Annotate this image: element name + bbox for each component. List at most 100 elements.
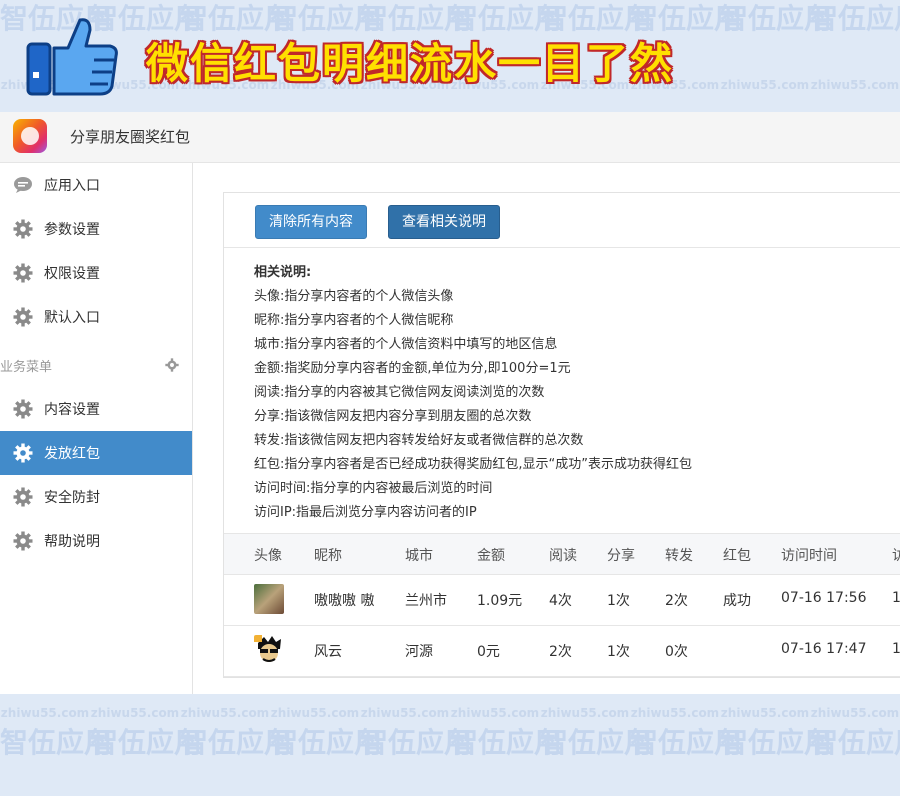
watermark-url: zhiwu55.com <box>630 706 720 720</box>
cell-redpack: 成功 <box>723 593 751 609</box>
description-line: 红包:指分享内容者是否已经成功获得奖励红包,显示“成功”表示成功获得红包 <box>254 457 692 472</box>
sidebar-item-label: 安全防封 <box>44 490 100 506</box>
description-line: 分享:指该微信网友把内容分享到朋友圈的总次数 <box>254 409 532 424</box>
column-header: 转发 <box>665 548 693 564</box>
sidebar-item-params[interactable]: 参数设置 <box>0 207 192 251</box>
watermark-text: 智伍应用 <box>450 726 563 759</box>
gear-icon <box>12 530 34 552</box>
gear-icon <box>12 306 34 328</box>
watermark-text: 智伍应用 <box>0 726 113 759</box>
cell-city: 河源 <box>405 644 433 660</box>
promo-banner: 微信红包明细流水一目了然 <box>0 0 900 112</box>
watermark-url: zhiwu55.com <box>540 706 630 720</box>
description-block: 相关说明: 头像:指分享内容者的个人微信头像 昵称:指分享内容者的个人微信昵称 … <box>254 261 692 525</box>
column-header: 城市 <box>405 548 433 564</box>
watermark-text: 智伍应用 <box>810 726 900 759</box>
description-line: 城市:指分享内容者的个人微信资料中填写的地区信息 <box>254 337 558 352</box>
sidebar-item-permissions[interactable]: 权限设置 <box>0 251 192 295</box>
sidebar-section-label: 业务菜单 <box>0 360 53 375</box>
cell-time: 07-16 17:56 <box>781 590 867 606</box>
app-logo-icon <box>13 119 47 153</box>
sidebar-item-label: 帮助说明 <box>44 534 100 550</box>
description-line: 阅读:指分享的内容被其它微信网友阅读浏览的次数 <box>254 385 545 400</box>
gear-icon <box>12 262 34 284</box>
cell-reads: 2次 <box>549 644 572 660</box>
column-header: 昵称 <box>314 548 342 564</box>
content-panel: 清除所有内容 查看相关说明 相关说明: 头像:指分享内容者的个人微信头像 昵称:… <box>223 192 900 678</box>
column-header: 红包 <box>723 548 751 564</box>
watermark-url: zhiwu55.com <box>270 706 360 720</box>
gear-icon <box>12 398 34 420</box>
watermark-text: 智伍应用 <box>180 726 293 759</box>
sidebar-item-send-redpack[interactable]: 发放红包 <box>0 431 192 475</box>
description-line: 金额:指奖励分享内容者的金额,单位为分,即100分=1元 <box>254 361 571 376</box>
cell-ip: 1 <box>892 590 900 606</box>
gear-icon[interactable] <box>165 357 179 376</box>
sidebar-item-anti-block[interactable]: 安全防封 <box>0 475 192 519</box>
table-row: 嗷嗷嗷 嗷 兰州市 1.09元 4次 1次 2次 成功 07-16 17:56 … <box>224 574 900 626</box>
cell-shares: 1次 <box>607 644 630 660</box>
avatar <box>254 635 284 665</box>
cell-forwards: 2次 <box>665 593 688 609</box>
watermark-url: zhiwu55.com <box>90 706 180 720</box>
cell-nickname: 风云 <box>314 644 342 660</box>
cell-time: 07-16 17:47 <box>781 641 867 657</box>
description-line: 昵称:指分享内容者的个人微信昵称 <box>254 313 454 328</box>
cell-amount: 0元 <box>477 644 500 660</box>
sidebar-section-header: 业务菜单 <box>0 354 192 376</box>
sidebar-item-content-settings[interactable]: 内容设置 <box>0 387 192 431</box>
column-header: 访 <box>892 548 900 564</box>
description-title: 相关说明: <box>254 265 312 280</box>
description-line: 访问IP:指最后浏览分享内容访问者的IP <box>254 505 477 520</box>
watermark-text: 智伍应用 <box>360 726 473 759</box>
sidebar: 应用入口 参数设置 权限设置 默认入口 业务菜单 内容设置 发放红包 安全防封 … <box>0 163 193 694</box>
column-header: 分享 <box>607 548 635 564</box>
cell-city: 兰州市 <box>405 593 447 609</box>
sidebar-item-default-entry[interactable]: 默认入口 <box>0 295 192 339</box>
gear-icon <box>12 442 34 464</box>
column-header: 金额 <box>477 548 505 564</box>
sidebar-item-label: 应用入口 <box>44 178 100 194</box>
sidebar-item-label: 内容设置 <box>44 402 100 418</box>
cell-amount: 1.09元 <box>477 593 523 609</box>
app-title: 分享朋友圈奖红包 <box>70 128 191 146</box>
app-window: 分享朋友圈奖红包 应用入口 参数设置 权限设置 默认入口 业务菜单 内容设置 发… <box>0 112 900 694</box>
cell-forwards: 0次 <box>665 644 688 660</box>
cell-ip: 1 <box>892 641 900 657</box>
watermark-url: zhiwu55.com <box>180 706 270 720</box>
cell-reads: 4次 <box>549 593 572 609</box>
sidebar-item-label: 权限设置 <box>44 266 100 282</box>
comment-icon <box>12 174 34 196</box>
clear-all-button[interactable]: 清除所有内容 <box>255 205 367 239</box>
watermark-text: 智伍应用 <box>270 726 383 759</box>
view-help-button[interactable]: 查看相关说明 <box>388 205 500 239</box>
watermark-url: zhiwu55.com <box>720 706 810 720</box>
app-header: 分享朋友圈奖红包 <box>0 112 900 163</box>
toolbar: 清除所有内容 查看相关说明 <box>224 193 900 248</box>
sidebar-item-app-entry[interactable]: 应用入口 <box>0 163 192 207</box>
table-row: 风云 河源 0元 2次 1次 0次 07-16 17:47 1 <box>224 625 900 677</box>
banner-title: 微信红包明细流水一目了然 <box>146 39 675 88</box>
sidebar-item-label: 参数设置 <box>44 222 100 238</box>
avatar <box>254 584 284 614</box>
gear-icon <box>12 218 34 240</box>
watermark-url: zhiwu55.com <box>450 706 540 720</box>
watermark-text: 智伍应用 <box>720 726 833 759</box>
gear-icon <box>12 486 34 508</box>
cell-nickname: 嗷嗷嗷 嗷 <box>314 593 375 609</box>
table-header: 头像 昵称 城市 金额 阅读 分享 转发 红包 访问时间 访 <box>224 533 900 575</box>
watermark-text: 智伍应用 <box>540 726 653 759</box>
description-line: 访问时间:指分享的内容被最后浏览的时间 <box>254 481 493 496</box>
watermark-url: zhiwu55.com <box>360 706 450 720</box>
column-header: 头像 <box>254 548 282 564</box>
sidebar-item-help[interactable]: 帮助说明 <box>0 519 192 563</box>
column-header: 访问时间 <box>781 548 837 564</box>
watermark-url: zhiwu55.com <box>0 706 90 720</box>
thumbs-up-icon <box>26 18 118 96</box>
sidebar-item-label: 发放红包 <box>44 446 100 462</box>
watermark-url: zhiwu55.com <box>810 706 900 720</box>
description-line: 转发:指该微信网友把内容转发给好友或者微信群的总次数 <box>254 433 584 448</box>
cell-shares: 1次 <box>607 593 630 609</box>
description-line: 头像:指分享内容者的个人微信头像 <box>254 289 454 304</box>
sidebar-item-label: 默认入口 <box>44 310 100 326</box>
